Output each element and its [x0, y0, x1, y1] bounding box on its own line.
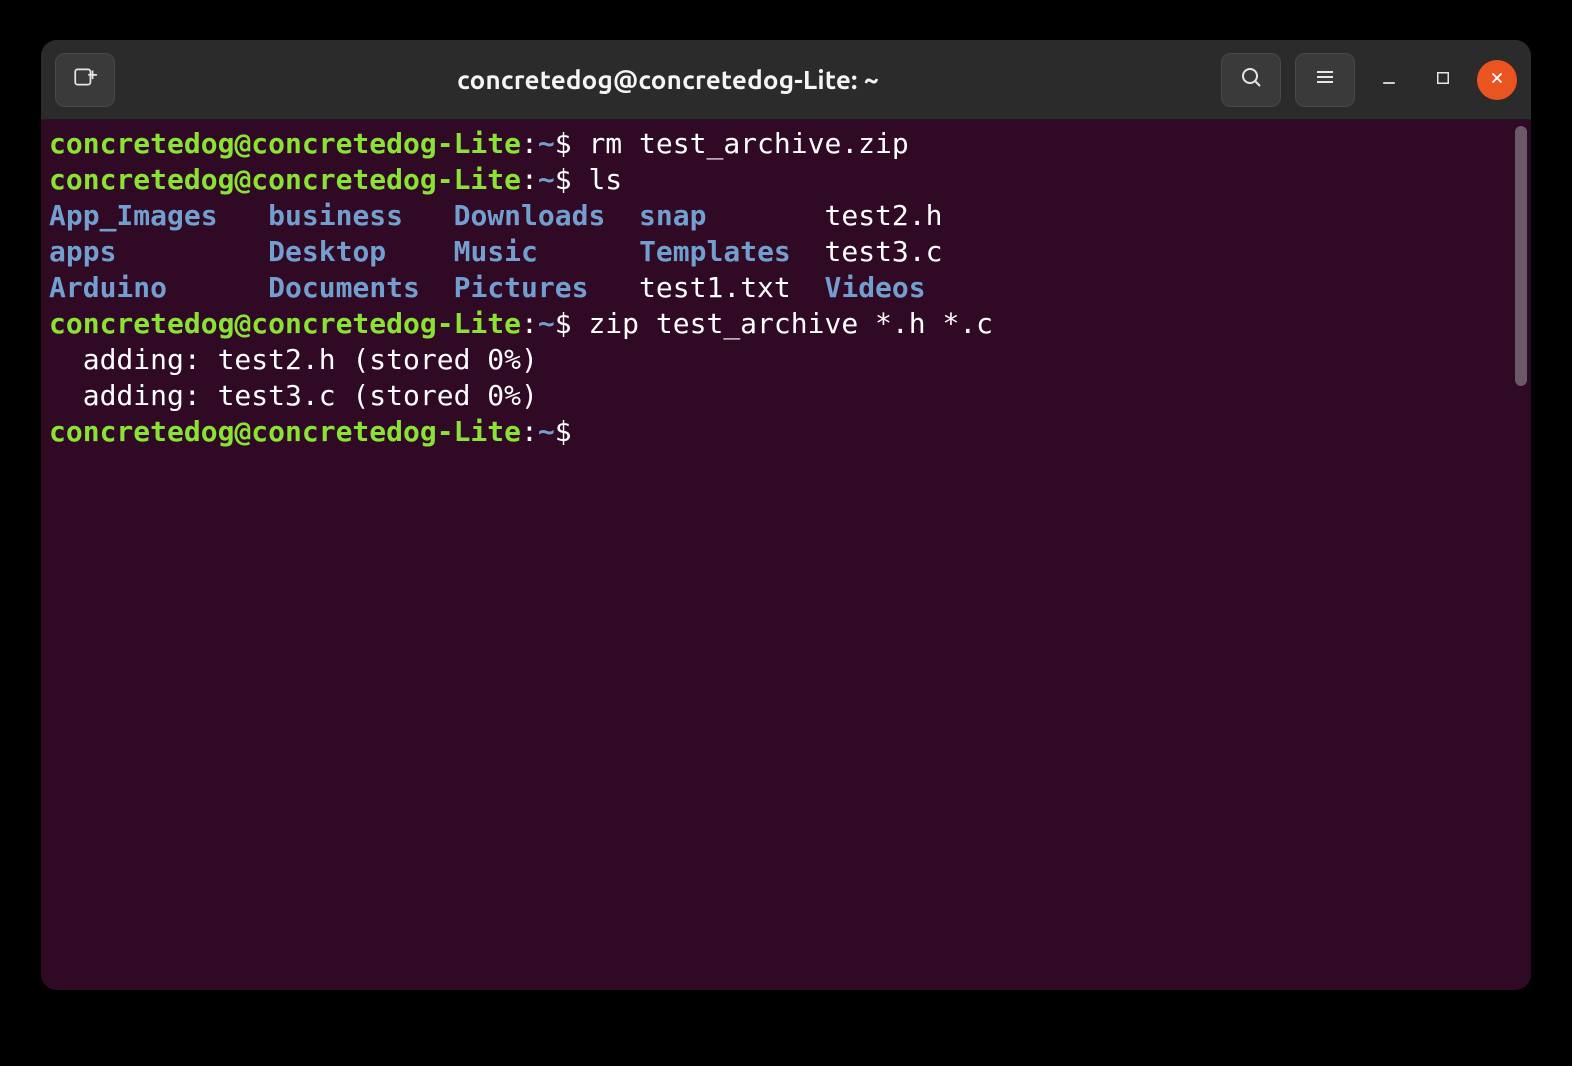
ls-dir: App_Images [49, 199, 218, 232]
ls-file: test1.txt [639, 271, 791, 304]
ls-dir: Documents [268, 271, 420, 304]
close-icon [1488, 67, 1506, 92]
terminal-viewport[interactable]: concretedog@concretedog-Lite:~$ rm test_… [41, 120, 1531, 990]
command-text: rm test_archive.zip [588, 127, 908, 160]
window-title: concretedog@concretedog-Lite: ~ [129, 65, 1207, 94]
ls-dir: Music [454, 235, 538, 268]
prompt-user: concretedog@concretedog-Lite [49, 415, 521, 448]
prompt-path: ~ [538, 163, 555, 196]
prompt-symbol: $ [555, 127, 572, 160]
close-button[interactable] [1477, 60, 1517, 100]
ls-file: test3.c [825, 235, 943, 268]
prompt-sep: : [521, 127, 538, 160]
menu-button[interactable] [1295, 53, 1355, 107]
minimize-button[interactable] [1369, 60, 1409, 100]
ls-dir: business [268, 199, 403, 232]
terminal-output[interactable]: concretedog@concretedog-Lite:~$ rm test_… [49, 126, 1523, 450]
zip-output-line: adding: test3.c (stored 0%) [49, 379, 538, 412]
prompt-user: concretedog@concretedog-Lite [49, 127, 521, 160]
scrollbar-thumb[interactable] [1515, 126, 1527, 386]
search-icon [1239, 65, 1263, 94]
ls-dir: Pictures [454, 271, 589, 304]
ls-dir: Downloads [454, 199, 606, 232]
prompt-path: ~ [538, 127, 555, 160]
new-tab-button[interactable] [55, 53, 115, 107]
prompt-path: ~ [538, 307, 555, 340]
ls-file: test2.h [824, 199, 942, 232]
prompt-sep: : [521, 415, 538, 448]
terminal-window: concretedog@concretedog-Lite: ~ [41, 40, 1531, 990]
titlebar: concretedog@concretedog-Lite: ~ [41, 40, 1531, 120]
prompt-user: concretedog@concretedog-Lite [49, 307, 521, 340]
prompt-user: concretedog@concretedog-Lite [49, 163, 521, 196]
prompt-path: ~ [538, 415, 555, 448]
hamburger-menu-icon [1313, 65, 1337, 94]
maximize-icon [1434, 68, 1452, 91]
prompt-sep: : [521, 307, 538, 340]
minimize-icon [1379, 68, 1399, 92]
ls-dir: Videos [824, 271, 925, 304]
prompt-symbol: $ [555, 415, 572, 448]
zip-output-line: adding: test2.h (stored 0%) [49, 343, 538, 376]
search-button[interactable] [1221, 53, 1281, 107]
ls-dir: Templates [639, 235, 791, 268]
ls-dir: Arduino [49, 271, 167, 304]
maximize-button[interactable] [1423, 60, 1463, 100]
command-text: ls [588, 163, 622, 196]
prompt-sep: : [521, 163, 538, 196]
prompt-symbol: $ [555, 163, 572, 196]
ls-dir: apps [49, 235, 116, 268]
ls-dir: Desktop [268, 235, 386, 268]
new-tab-icon [72, 64, 98, 95]
prompt-symbol: $ [555, 307, 572, 340]
titlebar-right-group [1221, 53, 1517, 107]
ls-dir: snap [639, 199, 706, 232]
command-text: zip test_archive *.h *.c [588, 307, 993, 340]
